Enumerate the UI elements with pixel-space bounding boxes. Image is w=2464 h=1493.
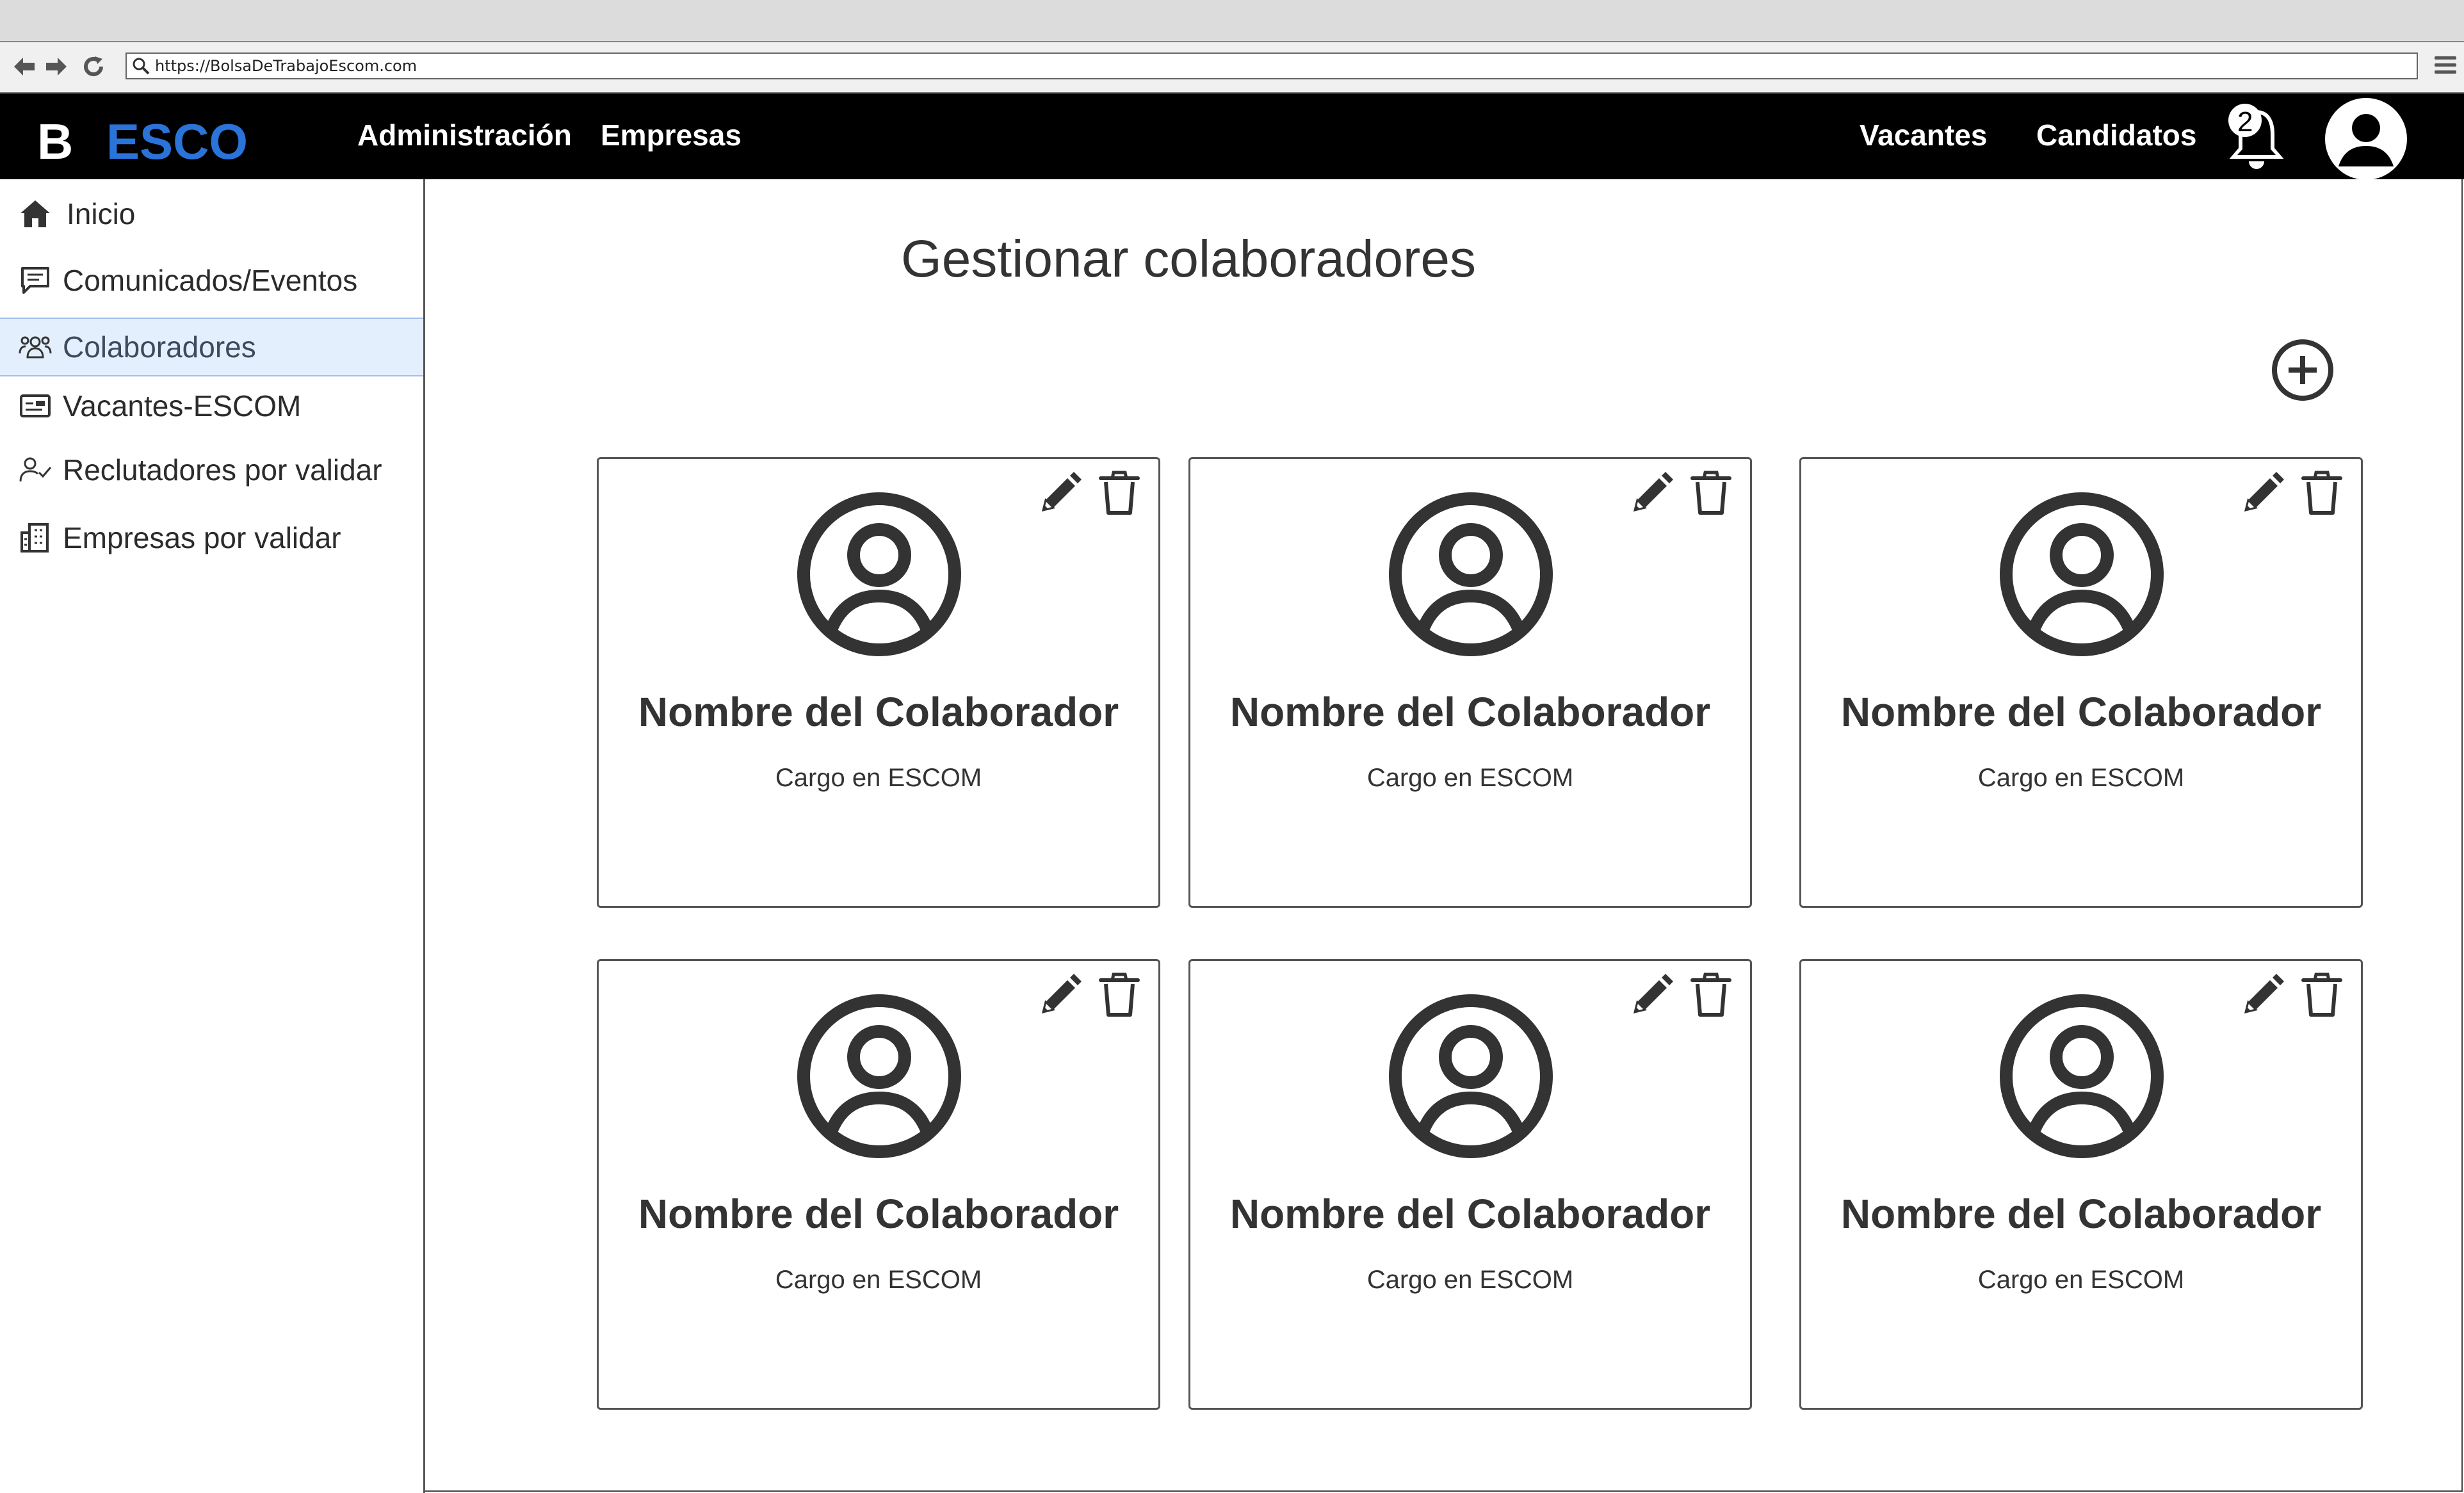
building-icon <box>18 521 53 555</box>
people-icon <box>18 330 53 364</box>
sidebar-item-label: Reclutadores por validar <box>63 453 382 487</box>
collaborator-card: Nombre del Colaborador Cargo en ESCOM <box>1799 959 2363 1410</box>
collaborator-role: Cargo en ESCOM <box>1366 1266 1574 1294</box>
collaborator-role: Cargo en ESCOM <box>775 1266 982 1294</box>
logo-letter: B <box>37 113 74 170</box>
user-check-icon <box>18 453 53 487</box>
person-circle-icon <box>1389 492 1553 656</box>
edit-button[interactable] <box>2239 971 2287 1019</box>
sidebar-item-inicio[interactable]: Inicio <box>0 184 423 243</box>
browser-menu-icon[interactable] <box>2435 56 2456 77</box>
collaborator-name: Nombre del Colaborador <box>1840 689 2322 735</box>
collaborator-name: Nombre del Colaborador <box>1229 689 1711 735</box>
delete-button[interactable] <box>1689 469 1733 517</box>
collaborator-role: Cargo en ESCOM <box>775 764 982 792</box>
browser-toolbar: https://BolsaDeTrabajoEscom.com <box>0 42 2464 93</box>
collaborator-avatar <box>1388 993 1554 1159</box>
vacancy-card-icon <box>18 389 53 423</box>
message-icon <box>18 263 53 298</box>
sidebar-item-comunicados[interactable]: Comunicados/Eventos <box>0 251 423 310</box>
collaborator-avatar <box>1388 491 1554 658</box>
pencil-icon <box>1633 472 1673 512</box>
trash-icon <box>2301 471 2342 515</box>
home-icon <box>18 197 53 231</box>
nav-vacantes[interactable]: Vacantes <box>1860 118 1987 152</box>
edit-button[interactable] <box>1628 469 1676 517</box>
edit-button[interactable] <box>2239 469 2287 517</box>
collaborator-name: Nombre del Colaborador <box>1229 1191 1711 1237</box>
notifications-button[interactable]: 2 <box>2225 102 2289 173</box>
user-avatar-icon <box>2325 98 2407 180</box>
user-avatar[interactable] <box>2324 97 2408 181</box>
sidebar-item-label: Colaboradores <box>63 330 256 364</box>
collaborator-avatar <box>1998 993 2165 1159</box>
person-circle-icon <box>2000 994 2164 1158</box>
sidebar-item-colaboradores[interactable]: Colaboradores <box>0 318 423 376</box>
sidebar-item-label: Comunicados/Eventos <box>63 264 358 297</box>
trash-icon <box>1099 972 1140 1017</box>
url-text: https://BolsaDeTrabajoEscom.com <box>155 57 417 75</box>
app-header: B ESCO Administración Empresas Vacantes … <box>0 93 2464 181</box>
nav-administracion[interactable]: Administración <box>357 118 572 152</box>
person-circle-icon <box>2000 492 2164 656</box>
delete-button[interactable] <box>2299 469 2344 517</box>
delete-button[interactable] <box>1689 971 1733 1019</box>
collaborator-card: Nombre del Colaborador Cargo en ESCOM <box>597 457 1160 908</box>
forward-arrow-icon[interactable] <box>41 51 72 82</box>
delete-button[interactable] <box>2299 971 2344 1019</box>
browser-titlebar <box>0 0 2464 42</box>
back-arrow-icon[interactable] <box>9 51 40 82</box>
collaborator-role: Cargo en ESCOM <box>1977 764 2185 792</box>
person-circle-icon <box>797 994 961 1158</box>
pencil-icon <box>1633 974 1673 1014</box>
person-circle-icon <box>797 492 961 656</box>
collaborator-avatar <box>796 491 962 658</box>
edit-button[interactable] <box>1037 469 1084 517</box>
reload-icon[interactable] <box>78 51 109 82</box>
collaborator-card: Nombre del Colaborador Cargo en ESCOM <box>1799 457 2363 908</box>
sidebar: Inicio Comunicados/Eventos Colaboradores… <box>0 179 425 1493</box>
sidebar-item-vacantes-escom[interactable]: Vacantes-ESCOM <box>0 376 423 435</box>
trash-icon <box>1690 972 1731 1017</box>
trash-icon <box>1099 471 1140 515</box>
collaborator-avatar <box>1998 491 2165 658</box>
sidebar-item-empresas-validar[interactable]: Empresas por validar <box>0 508 423 567</box>
collaborator-card: Nombre del Colaborador Cargo en ESCOM <box>1188 457 1752 908</box>
collaborator-role: Cargo en ESCOM <box>1977 1266 2185 1294</box>
logo-text: ESCO <box>106 113 248 170</box>
collaborator-card: Nombre del Colaborador Cargo en ESCOM <box>597 959 1160 1410</box>
nav-empresas[interactable]: Empresas <box>601 118 742 152</box>
collaborator-avatar <box>796 993 962 1159</box>
person-circle-icon <box>1389 994 1553 1158</box>
edit-button[interactable] <box>1037 971 1084 1019</box>
pencil-icon <box>1041 472 1082 512</box>
trash-icon <box>1690 471 1731 515</box>
collaborator-name: Nombre del Colaborador <box>638 1191 1119 1237</box>
search-icon <box>127 54 155 78</box>
sidebar-item-label: Vacantes-ESCOM <box>63 389 302 423</box>
sidebar-item-label: Empresas por validar <box>63 521 341 554</box>
plus-circle-icon <box>2272 339 2333 401</box>
edit-button[interactable] <box>1628 971 1676 1019</box>
sidebar-item-label: Inicio <box>67 197 136 230</box>
collaborator-card: Nombre del Colaborador Cargo en ESCOM <box>1188 959 1752 1410</box>
pencil-icon <box>1041 974 1082 1014</box>
sidebar-item-reclutadores[interactable]: Reclutadores por validar <box>0 440 423 499</box>
collaborator-name: Nombre del Colaborador <box>638 689 1119 735</box>
trash-icon <box>2301 972 2342 1017</box>
pencil-icon <box>2244 472 2284 512</box>
page-title: Gestionar colaboradores <box>901 230 1476 288</box>
add-collaborator-button[interactable] <box>2271 338 2335 402</box>
bell-icon <box>2228 104 2284 169</box>
collaborator-role: Cargo en ESCOM <box>1366 764 1574 792</box>
nav-candidatos[interactable]: Candidatos <box>2036 118 2196 152</box>
address-bar[interactable]: https://BolsaDeTrabajoEscom.com <box>126 52 2418 79</box>
delete-button[interactable] <box>1097 469 1142 517</box>
pencil-icon <box>2244 974 2284 1014</box>
delete-button[interactable] <box>1097 971 1142 1019</box>
collaborator-name: Nombre del Colaborador <box>1840 1191 2322 1237</box>
notification-count: 2 <box>2237 106 2253 138</box>
